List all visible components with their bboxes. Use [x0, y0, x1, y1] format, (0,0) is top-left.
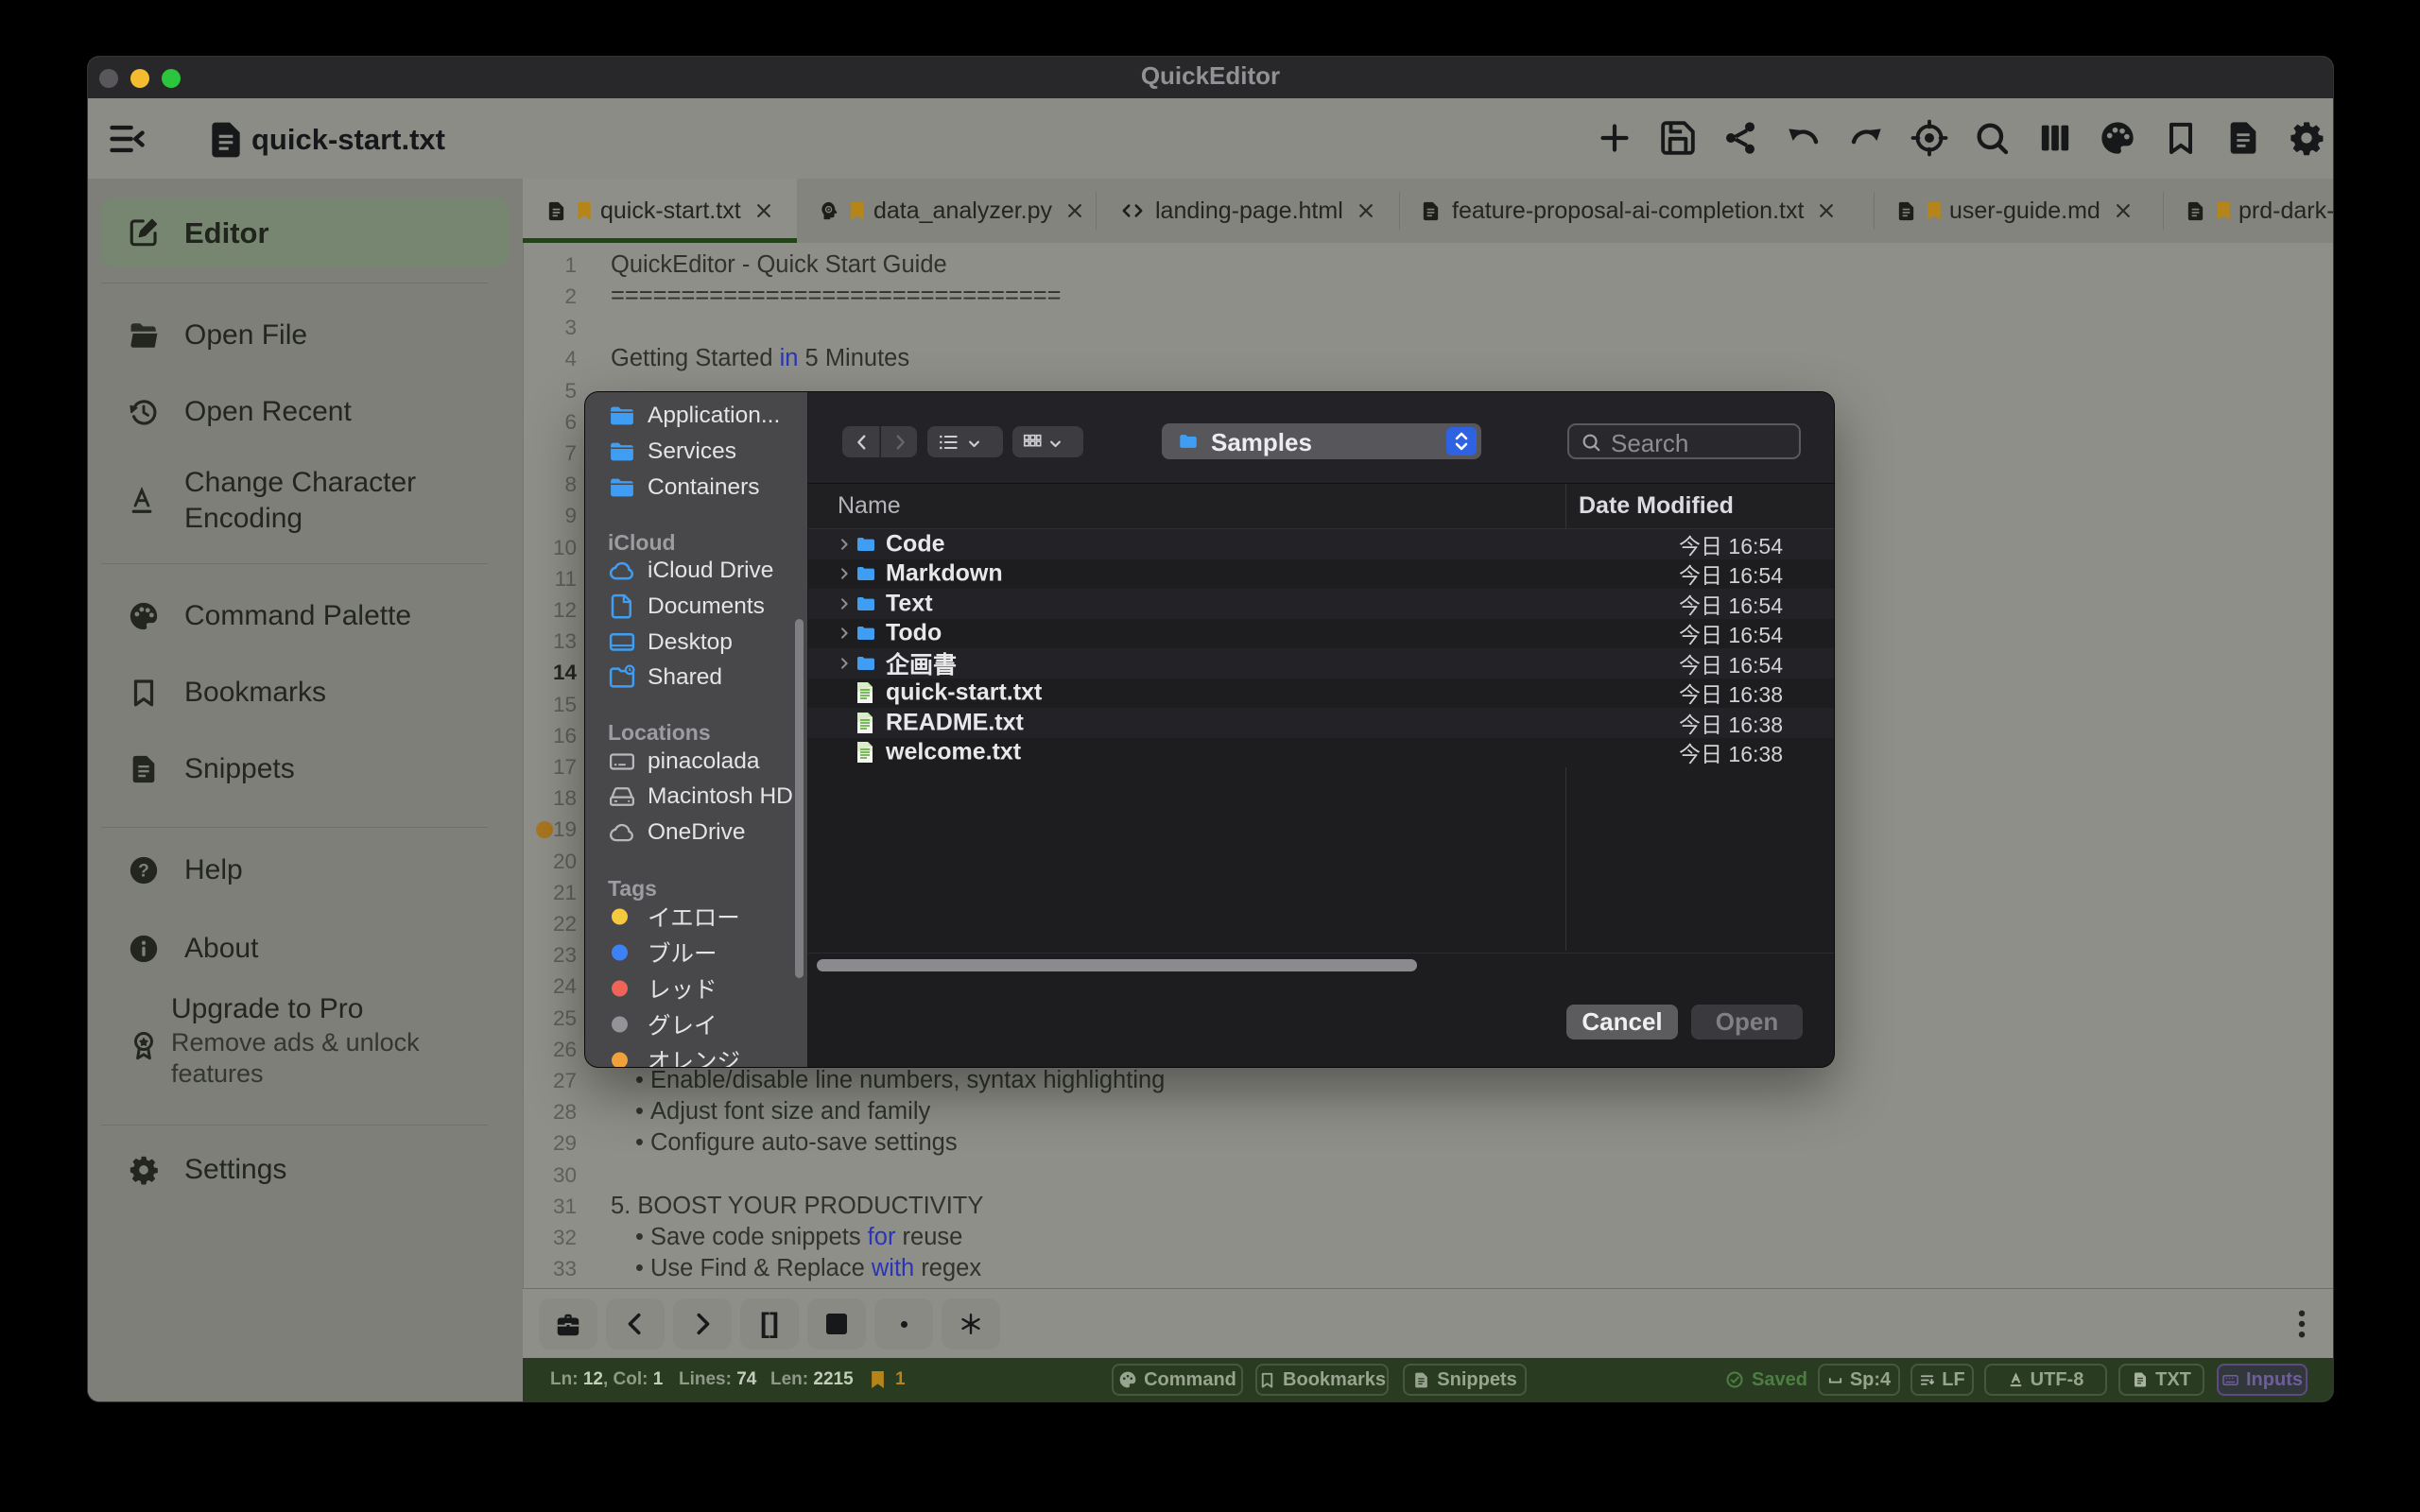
svg-text:?: ?: [138, 862, 149, 882]
